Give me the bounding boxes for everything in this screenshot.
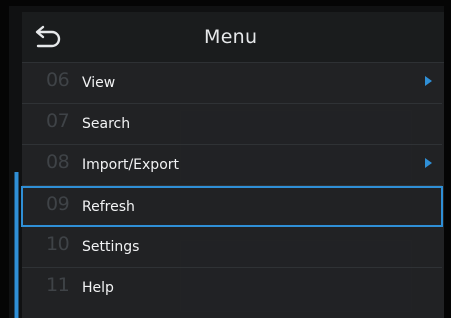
screen: Menu 06 View 07 Search 08 Import/Export …: [0, 0, 451, 318]
menu-item-refresh[interactable]: 09 Refresh: [21, 186, 443, 227]
scrollbar-thumb[interactable]: [15, 172, 18, 318]
menu-item-number: 11: [46, 274, 70, 296]
menu-item-label: Search: [82, 116, 131, 132]
menu-title: Menu: [204, 26, 258, 48]
menu-item-label: Refresh: [82, 199, 135, 215]
menu-item-label: Import/Export: [82, 157, 180, 173]
chevron-right-icon: [425, 76, 432, 86]
back-button[interactable]: [30, 18, 66, 54]
menu-item-settings[interactable]: 10 Settings: [22, 227, 442, 268]
menu-header: Menu: [22, 12, 444, 63]
menu-item-label: View: [82, 75, 116, 91]
menu-item-number: 08: [46, 151, 70, 173]
menu-panel: Menu 06 View 07 Search 08 Import/Export …: [21, 12, 444, 318]
menu-item-number: 07: [46, 110, 70, 132]
back-arrow-icon: [35, 25, 61, 48]
menu-item-import-export[interactable]: 08 Import/Export: [22, 145, 442, 186]
menu-item-search[interactable]: 07 Search: [22, 104, 442, 145]
menu-item-view[interactable]: 06 View: [22, 63, 442, 104]
menu-item-label: Help: [82, 280, 114, 296]
menu-item-number: 06: [46, 69, 70, 91]
menu-item-number: 09: [46, 193, 70, 215]
menu-item-label: Settings: [82, 239, 140, 255]
screen-bezel-left: [0, 0, 9, 318]
menu-item-number: 10: [46, 233, 70, 255]
menu-item-help[interactable]: 11 Help: [22, 268, 442, 308]
chevron-right-icon: [425, 158, 432, 168]
